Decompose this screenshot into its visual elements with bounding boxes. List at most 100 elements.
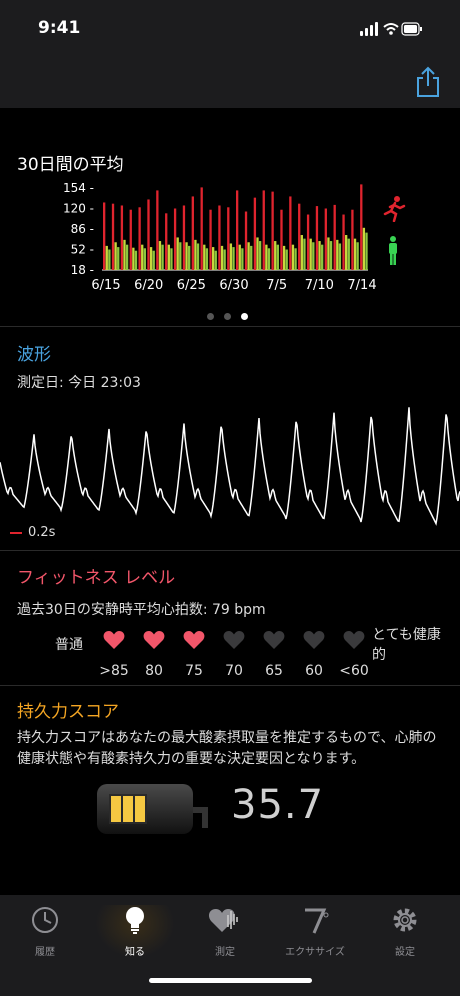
heart-waveform (0, 407, 460, 526)
page-indicator[interactable] (207, 305, 258, 324)
bar (321, 244, 324, 270)
bar (114, 242, 117, 270)
fitness-level-labels: >85 80 75 70 65 60 <60 (94, 663, 374, 679)
waveform-title[interactable]: 波形 (17, 340, 51, 365)
bar (306, 214, 310, 270)
scale-label: 0.2s (28, 525, 56, 540)
tab-heart-wave[interactable]: 測定 (185, 905, 265, 958)
bar (125, 244, 129, 270)
bar (236, 190, 239, 270)
heart-icon (134, 630, 174, 654)
endurance-title[interactable]: 持久力スコア (17, 697, 119, 722)
bar (132, 247, 135, 270)
bar (329, 241, 333, 270)
bar (117, 247, 120, 270)
bar (324, 208, 327, 270)
bar (238, 244, 241, 270)
bar (123, 239, 126, 270)
bar (309, 238, 312, 270)
signal-icon (360, 22, 378, 36)
tab-label: エクササイズ (285, 947, 345, 958)
bar (205, 248, 209, 270)
x-tick-label: 6/15 (91, 278, 120, 293)
divider (0, 326, 460, 327)
endurance-score: 35.7 (231, 782, 325, 828)
y-tick-label: 52 - (71, 243, 94, 257)
bar (253, 197, 257, 270)
bar (229, 243, 233, 270)
bar (185, 242, 188, 270)
y-tick-label: 86 - (71, 222, 94, 236)
bar (250, 245, 253, 270)
bar (214, 250, 217, 270)
bar (194, 239, 197, 270)
bar (212, 247, 215, 270)
resting-person-icon (389, 236, 397, 265)
bar (244, 211, 248, 270)
heart-wave-icon (185, 905, 265, 939)
bar (111, 203, 115, 270)
bar (356, 242, 359, 270)
bar (138, 207, 141, 270)
bar (143, 248, 146, 270)
fitness-title[interactable]: フィットネス レベル (17, 563, 175, 588)
tab-lightbulb[interactable]: 知る (95, 905, 175, 958)
share-icon[interactable] (416, 66, 440, 98)
bar (176, 237, 179, 270)
level-label: 80 (145, 663, 163, 679)
bar (298, 203, 301, 270)
bar (188, 245, 191, 270)
tab-seven[interactable]: エクササイズ (275, 905, 355, 958)
bar (265, 244, 268, 270)
bar (256, 237, 259, 270)
bar (318, 241, 321, 270)
bar (108, 249, 111, 270)
bar (347, 238, 350, 270)
bar (315, 206, 319, 270)
heart-icon (94, 630, 134, 654)
x-tick-label: 6/20 (134, 278, 163, 293)
divider (0, 550, 460, 551)
bar (103, 202, 106, 270)
bar (271, 191, 274, 270)
x-tick-label: 7/10 (305, 278, 334, 293)
page-dot[interactable] (241, 313, 248, 320)
lightbulb-icon (95, 905, 175, 939)
bar (182, 205, 186, 270)
tab-clock[interactable]: 履歴 (5, 905, 85, 958)
bar (165, 213, 168, 270)
bar (276, 244, 279, 270)
bar (156, 190, 159, 270)
home-indicator[interactable] (149, 978, 312, 983)
bar (262, 190, 265, 270)
bar (134, 250, 138, 270)
bar (351, 209, 354, 270)
bar (218, 205, 221, 270)
bar (294, 248, 297, 270)
level-label: 65 (265, 663, 283, 679)
bar (303, 238, 306, 270)
gear-icon (365, 905, 445, 939)
bar (158, 241, 162, 270)
page-dot[interactable] (207, 313, 214, 320)
level-label: 70 (225, 663, 243, 679)
average-bar-chart[interactable]: 154 - 120 - 86 - 52 - 18 -6/15 6/20 6/25 6/30 7/… (60, 178, 420, 298)
bar (129, 209, 132, 270)
wifi-icon (383, 23, 399, 31)
heart-icon (294, 630, 334, 654)
page-dot[interactable] (224, 313, 231, 320)
bar (274, 241, 277, 270)
level-normal-label: 普通 (55, 637, 83, 653)
level-label: 75 (185, 663, 203, 679)
endurance-battery-graphic (97, 784, 208, 834)
bar (258, 241, 262, 270)
tab-gear[interactable]: 設定 (365, 905, 445, 958)
tab-label: 知る (125, 947, 145, 958)
battery-bar (123, 796, 133, 822)
bar (327, 237, 330, 270)
bar (170, 248, 173, 270)
status-icons (360, 22, 422, 36)
bar (280, 209, 283, 270)
divider (0, 685, 460, 686)
y-tick-label: 120 - (63, 202, 94, 216)
